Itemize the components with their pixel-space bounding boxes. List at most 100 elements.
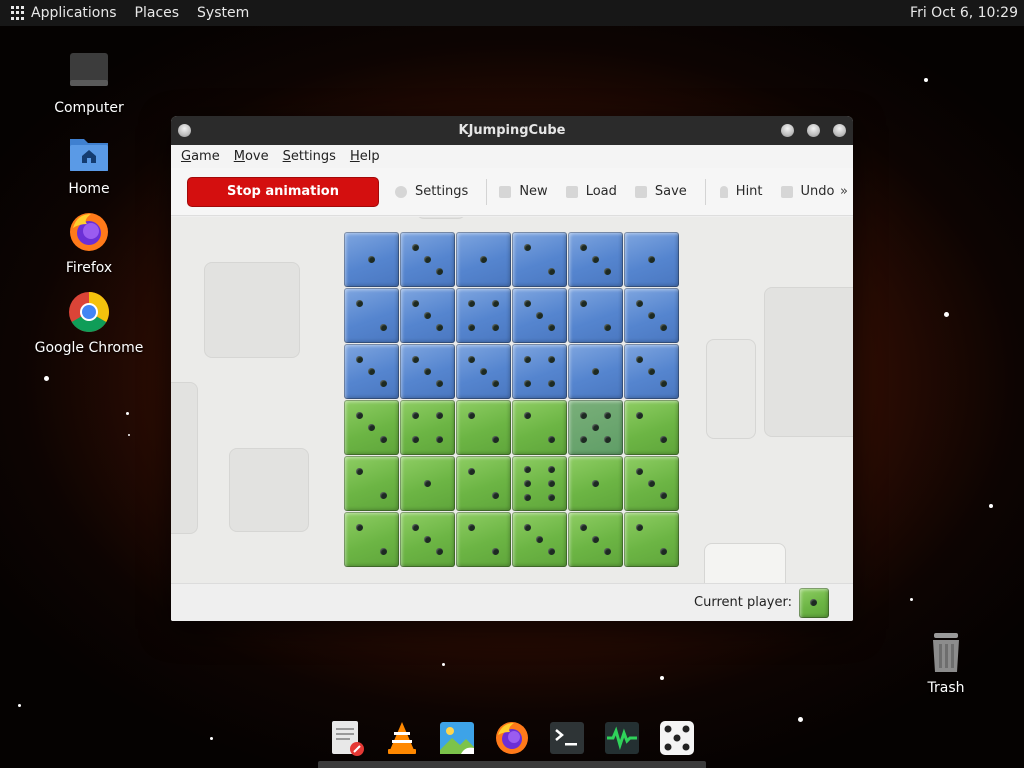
cube-r5-c3[interactable] <box>512 512 567 567</box>
cube-r4-c1[interactable] <box>400 456 455 511</box>
pip <box>636 524 643 531</box>
cube-r0-c2[interactable] <box>456 232 511 287</box>
pip <box>604 412 611 419</box>
load-label: Load <box>585 184 617 199</box>
cube-r2-c4[interactable] <box>568 344 623 399</box>
pip <box>436 548 443 555</box>
cube-r1-c0[interactable] <box>344 288 399 343</box>
pip <box>648 480 655 487</box>
cube-r5-c5[interactable] <box>624 512 679 567</box>
pip <box>412 300 419 307</box>
maximize-button[interactable] <box>807 124 820 137</box>
apps-grid-icon[interactable] <box>11 6 25 20</box>
pip <box>380 436 387 443</box>
minimize-button[interactable] <box>781 124 794 137</box>
desktop-icon-computer[interactable]: Computer <box>19 50 159 116</box>
pip <box>356 300 363 307</box>
system-menu[interactable]: System <box>197 5 249 21</box>
text-editor-icon[interactable] <box>329 720 365 756</box>
pip <box>492 380 499 387</box>
pip <box>548 324 555 331</box>
cube-r5-c4[interactable] <box>568 512 623 567</box>
cube-r1-c2[interactable] <box>456 288 511 343</box>
system-monitor-icon[interactable] <box>604 720 640 756</box>
pip <box>492 436 499 443</box>
desktop-icon-label: Home <box>68 181 110 197</box>
window-menu-button[interactable] <box>178 124 191 137</box>
desktop-icon-chrome[interactable]: Google Chrome <box>19 290 159 356</box>
menu-settings[interactable]: Settings <box>283 149 336 164</box>
clock[interactable]: Fri Oct 6, 10:29 <box>910 5 1018 21</box>
cube-r5-c0[interactable] <box>344 512 399 567</box>
cube-r1-c3[interactable] <box>512 288 567 343</box>
cube-r5-c1[interactable] <box>400 512 455 567</box>
pip <box>492 324 499 331</box>
cube-r0-c4[interactable] <box>568 232 623 287</box>
cube-r4-c3[interactable] <box>512 456 567 511</box>
cube-r3-c1[interactable] <box>400 400 455 455</box>
save-button[interactable]: Save <box>634 184 687 199</box>
cube-r4-c2[interactable] <box>456 456 511 511</box>
pip <box>480 256 487 263</box>
desktop-icon-trash[interactable]: Trash <box>876 630 1016 696</box>
pip <box>660 436 667 443</box>
pip <box>524 300 531 307</box>
cube-r1-c5[interactable] <box>624 288 679 343</box>
pip <box>524 480 531 487</box>
cube-r1-c1[interactable] <box>400 288 455 343</box>
kjumpingcube-window: KJumpingCube Game Move Settings Help Stop a… <box>171 116 853 621</box>
pip <box>604 548 611 555</box>
places-menu[interactable]: Places <box>135 5 180 21</box>
applications-menu[interactable]: Applications <box>31 5 117 21</box>
hint-button[interactable]: Hint <box>719 184 763 199</box>
cube-r2-c1[interactable] <box>400 344 455 399</box>
menu-move[interactable]: Move <box>234 149 269 164</box>
title-bar[interactable]: KJumpingCube <box>171 116 853 145</box>
toolbar-overflow-button[interactable]: » <box>840 184 848 199</box>
toolbar-separator <box>704 178 706 205</box>
cube-r0-c0[interactable] <box>344 232 399 287</box>
cube-r3-c4[interactable] <box>568 400 623 455</box>
dice-game-icon[interactable] <box>659 720 695 756</box>
pip <box>548 268 555 275</box>
pip <box>480 368 487 375</box>
cube-r2-c0[interactable] <box>344 344 399 399</box>
new-button[interactable]: New <box>499 184 548 199</box>
load-button[interactable]: Load <box>565 184 617 199</box>
cube-r4-c0[interactable] <box>344 456 399 511</box>
cube-r5-c2[interactable] <box>456 512 511 567</box>
cube-r3-c2[interactable] <box>456 400 511 455</box>
cube-r4-c5[interactable] <box>624 456 679 511</box>
undo-button[interactable]: Undo <box>780 184 835 199</box>
desktop-icon-firefox[interactable]: Firefox <box>19 210 159 276</box>
stop-animation-button[interactable]: Stop animation <box>187 176 379 207</box>
cube-r3-c0[interactable] <box>344 400 399 455</box>
cube-r3-c5[interactable] <box>624 400 679 455</box>
cube-r0-c3[interactable] <box>512 232 567 287</box>
cube-r1-c4[interactable] <box>568 288 623 343</box>
pip <box>536 312 543 319</box>
menu-game[interactable]: Game <box>181 149 220 164</box>
cube-r4-c4[interactable] <box>568 456 623 511</box>
pip <box>580 300 587 307</box>
desktop-icon-home[interactable]: Home <box>19 131 159 197</box>
firefox-icon[interactable] <box>494 720 530 756</box>
terminal-icon[interactable] <box>549 720 585 756</box>
menu-help[interactable]: Help <box>350 149 380 164</box>
close-button[interactable] <box>833 124 846 137</box>
pip <box>436 324 443 331</box>
pip <box>524 356 531 363</box>
home-folder-icon <box>67 131 111 175</box>
cube-r2-c2[interactable] <box>456 344 511 399</box>
new-label: New <box>519 184 548 199</box>
cube-r2-c5[interactable] <box>624 344 679 399</box>
cube-r2-c3[interactable] <box>512 344 567 399</box>
desktop-icon-label: Computer <box>54 100 124 116</box>
image-viewer-icon[interactable] <box>439 720 475 756</box>
cube-r3-c3[interactable] <box>512 400 567 455</box>
vlc-icon[interactable] <box>384 720 420 756</box>
settings-label: Settings <box>415 184 469 199</box>
cube-r0-c5[interactable] <box>624 232 679 287</box>
settings-button[interactable]: Settings <box>395 184 468 199</box>
cube-r0-c1[interactable] <box>400 232 455 287</box>
